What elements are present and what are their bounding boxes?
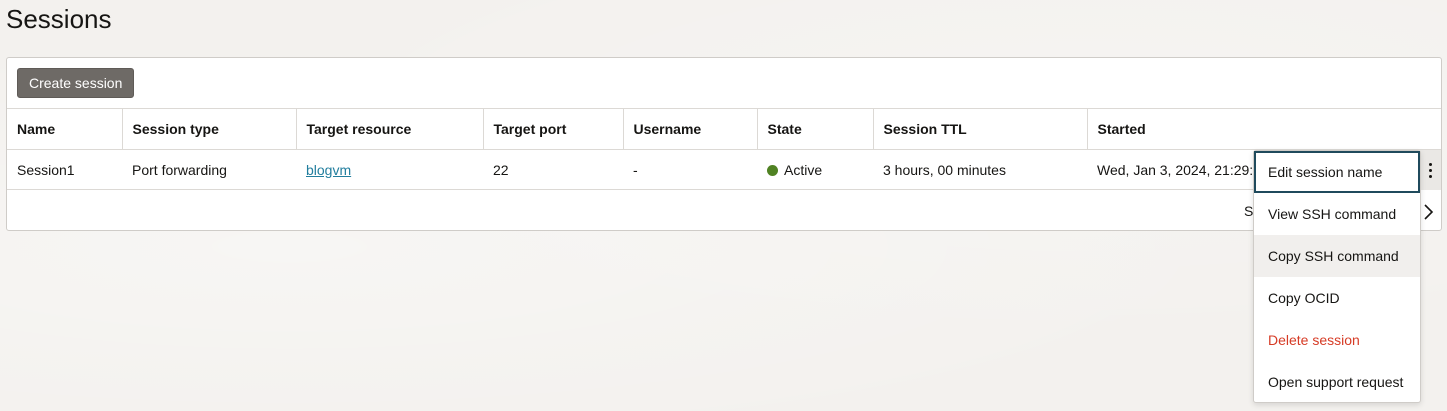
menu-item-view-ssh-command[interactable]: View SSH command — [1254, 193, 1420, 235]
page-title: Sessions — [6, 4, 112, 34]
menu-item-copy-ocid[interactable]: Copy OCID — [1254, 277, 1420, 319]
row-actions-button[interactable] — [1419, 150, 1441, 190]
status-dot-icon — [767, 164, 778, 176]
chevron-right-icon[interactable] — [1421, 200, 1437, 224]
column-header-target-resource[interactable]: Target resource — [296, 108, 484, 150]
column-header-session-ttl[interactable]: Session TTL — [873, 108, 1088, 150]
column-header-name[interactable]: Name — [7, 108, 123, 150]
cell-session-ttl: 3 hours, 00 minutes — [873, 149, 1087, 190]
state-label: Active — [784, 161, 823, 178]
column-header-started[interactable]: Started — [1087, 108, 1441, 150]
pagination-summary: S — [1244, 203, 1254, 219]
sessions-panel: Create session Name Session type Target … — [6, 57, 1442, 231]
row-actions-menu: Edit session name View SSH command Copy … — [1253, 150, 1421, 403]
menu-item-open-support-request[interactable]: Open support request — [1254, 361, 1420, 403]
menu-item-delete-session[interactable]: Delete session — [1254, 319, 1420, 361]
toolbar: Create session — [7, 58, 1441, 108]
cell-username: - — [623, 149, 757, 190]
table-header-row: Name Session type Target resource Target… — [7, 108, 1441, 150]
create-session-button[interactable]: Create session — [17, 68, 135, 98]
cell-name: Session1 — [7, 149, 122, 190]
column-header-state[interactable]: State — [757, 108, 874, 150]
kebab-menu-icon — [1428, 162, 1432, 178]
table-row: Session1 Port forwarding blogvm 22 - Act… — [7, 149, 1441, 190]
menu-item-edit-session-name[interactable]: Edit session name — [1254, 151, 1420, 193]
target-resource-link[interactable]: blogvm — [306, 162, 351, 178]
cell-target-resource: blogvm — [296, 149, 483, 190]
sessions-table: Name Session type Target resource Target… — [7, 108, 1441, 190]
cell-target-port: 22 — [483, 149, 623, 190]
menu-item-copy-ssh-command[interactable]: Copy SSH command — [1254, 235, 1420, 277]
page: Sessions Create session Name Session typ… — [0, 0, 1447, 411]
column-header-username[interactable]: Username — [623, 108, 758, 150]
column-header-session-type[interactable]: Session type — [122, 108, 297, 150]
cell-session-type: Port forwarding — [122, 149, 296, 190]
cell-state: Active — [757, 149, 873, 190]
column-header-target-port[interactable]: Target port — [483, 108, 624, 150]
